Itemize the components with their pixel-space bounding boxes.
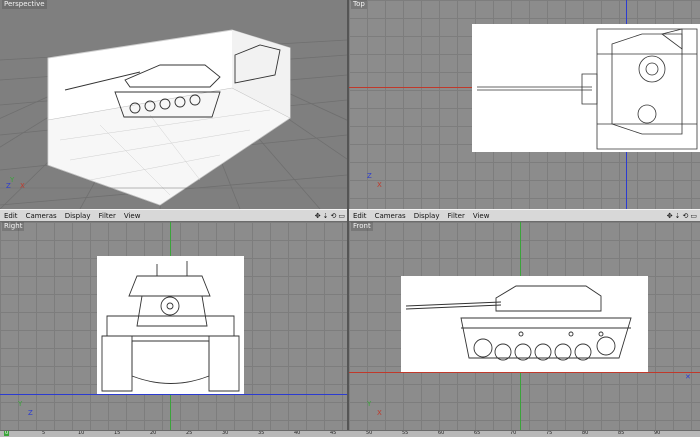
rotate-view-icon[interactable]: ⟲ bbox=[331, 212, 337, 220]
axis-line-x bbox=[349, 372, 700, 373]
viewport-top[interactable]: Top Z X bbox=[349, 0, 700, 209]
viewport-perspective[interactable]: Perspective Y Z X bbox=[0, 0, 347, 209]
scroll-view-icon[interactable]: ⇣ bbox=[675, 212, 681, 220]
menu-cameras[interactable]: Cameras bbox=[371, 212, 410, 220]
axis-label-y: Y bbox=[367, 400, 372, 408]
menu-display[interactable]: Display bbox=[61, 212, 95, 220]
axis-gizmo: Y Z bbox=[14, 400, 42, 422]
axis-label-x: X bbox=[377, 181, 382, 189]
axis-label-z: Z bbox=[6, 182, 11, 190]
viewport-menubar-right: Edit Cameras Display Filter View ✥ ⇣ ⟲ ▭ bbox=[0, 209, 348, 222]
tank-top-drawing bbox=[477, 28, 698, 150]
viewport-label: Top bbox=[351, 0, 367, 9]
timeline-tick: 55 bbox=[402, 430, 409, 436]
timeline-tick: 15 bbox=[114, 430, 121, 436]
timeline-tick: 70 bbox=[510, 430, 517, 436]
timeline-tick: 60 bbox=[438, 430, 445, 436]
move-view-icon[interactable]: ✥ bbox=[315, 212, 321, 220]
tank-rear-drawing bbox=[101, 261, 240, 392]
axis-line-z bbox=[0, 394, 348, 395]
timeline-tick: 30 bbox=[222, 430, 229, 436]
viewport-label: Front bbox=[351, 222, 373, 231]
maximize-view-icon[interactable]: ▭ bbox=[338, 212, 345, 220]
axis-label-x: X bbox=[20, 182, 25, 190]
timeline-tick: 10 bbox=[78, 430, 85, 436]
timeline-start-frame: 0 bbox=[4, 430, 10, 436]
move-view-icon[interactable]: ✥ bbox=[667, 212, 673, 220]
reference-image-front[interactable] bbox=[401, 276, 648, 372]
timeline-tick: 5 bbox=[42, 430, 46, 436]
rotate-view-icon[interactable]: ⟲ bbox=[683, 212, 689, 220]
timeline-tick: 85 bbox=[618, 430, 625, 436]
timeline-tick: 20 bbox=[150, 430, 157, 436]
reference-image-right[interactable] bbox=[97, 256, 244, 394]
menu-display[interactable]: Display bbox=[410, 212, 444, 220]
menu-filter[interactable]: Filter bbox=[444, 212, 469, 220]
menu-edit[interactable]: Edit bbox=[0, 212, 22, 220]
axis-gizmo: Y X bbox=[363, 400, 391, 422]
axis-label-y: Y bbox=[18, 400, 23, 408]
viewport-front[interactable]: Front Y X ✕ bbox=[349, 222, 700, 430]
viewport-right[interactable]: Right Y Z bbox=[0, 222, 348, 430]
menu-cameras[interactable]: Cameras bbox=[22, 212, 61, 220]
reference-image-top[interactable] bbox=[472, 24, 700, 152]
timeline-tick: 75 bbox=[546, 430, 553, 436]
viewport-label: Right bbox=[2, 222, 25, 231]
timeline-tick: 45 bbox=[330, 430, 337, 436]
menu-view[interactable]: View bbox=[120, 212, 145, 220]
timeline-tick: 90 bbox=[654, 430, 661, 436]
timeline-tick: 35 bbox=[258, 430, 265, 436]
menu-edit[interactable]: Edit bbox=[349, 212, 371, 220]
viewport-divider-vertical[interactable] bbox=[347, 0, 349, 430]
axis-arrow-x: ✕ bbox=[685, 373, 691, 381]
axis-label-x: X bbox=[377, 409, 382, 417]
menu-view[interactable]: View bbox=[469, 212, 494, 220]
axis-gizmo: Z X bbox=[363, 172, 391, 194]
maximize-view-icon[interactable]: ▭ bbox=[690, 212, 697, 220]
timeline-tick: 65 bbox=[474, 430, 481, 436]
axis-label-z: Z bbox=[367, 172, 372, 180]
timeline-tick: 40 bbox=[294, 430, 301, 436]
axis-gizmo: Y Z X bbox=[6, 176, 34, 196]
menu-filter[interactable]: Filter bbox=[95, 212, 120, 220]
timeline-tick: 50 bbox=[366, 430, 373, 436]
axis-label-z: Z bbox=[28, 409, 33, 417]
timeline-tick: 25 bbox=[186, 430, 193, 436]
perspective-grid bbox=[0, 29, 347, 209]
scroll-view-icon[interactable]: ⇣ bbox=[323, 212, 329, 220]
timeline-tick: 80 bbox=[582, 430, 589, 436]
viewport-menubar-front: Edit Cameras Display Filter View ✥ ⇣ ⟲ ▭ bbox=[349, 209, 700, 222]
viewport-label: Perspective bbox=[2, 0, 47, 9]
tank-side-drawing bbox=[405, 285, 632, 361]
